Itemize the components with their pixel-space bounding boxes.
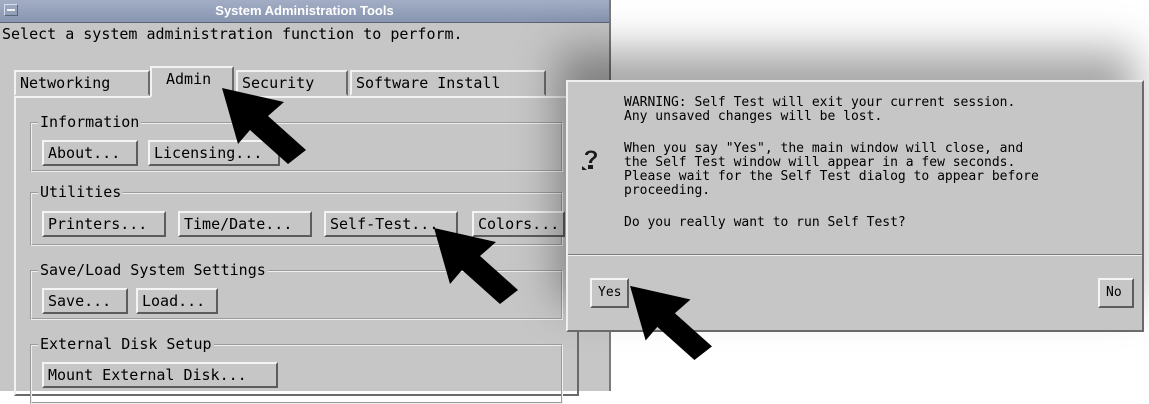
pointer-arrow-icon — [630, 285, 712, 361]
no-button[interactable]: No — [1098, 278, 1134, 308]
load-settings-button[interactable]: Load... — [136, 288, 218, 314]
dialog-warning-line-1: WARNING: Self Test will exit your curren… — [624, 95, 1016, 110]
mount-external-disk-button[interactable]: Mount External Disk... — [42, 362, 278, 388]
dialog-info-line-3: Please wait for the Self Test dialog to … — [624, 169, 1039, 184]
pointer-arrow-icon — [434, 228, 518, 304]
dialog-info-line-2: the Self Test window will appear in a fe… — [624, 155, 1016, 170]
external-disk-group: External Disk Setup Mount External Disk.… — [30, 335, 563, 404]
admin-tools-window: System Administration Tools Select a sys… — [0, 0, 611, 404]
time-date-button[interactable]: Time/Date... — [178, 211, 312, 237]
yes-button[interactable]: Yes — [590, 278, 630, 308]
dialog-question: Do you really want to run Self Test? — [624, 215, 906, 230]
save-settings-button[interactable]: Save... — [42, 288, 128, 314]
title-bar[interactable]: System Administration Tools — [0, 0, 609, 23]
printers-button[interactable]: Printers... — [42, 211, 166, 237]
dialog-info-line-1: When you say "Yes", the main window will… — [624, 141, 1024, 156]
tab-software-install[interactable]: Software Install — [350, 70, 546, 96]
external-disk-group-title: External Disk Setup — [38, 335, 214, 353]
tab-networking[interactable]: Networking — [14, 70, 150, 96]
about-button[interactable]: About... — [42, 140, 138, 166]
pointer-arrow-icon — [222, 88, 306, 164]
information-group-title: Information — [38, 113, 142, 131]
dialog-info-line-4: proceeding. — [624, 183, 711, 198]
save-load-group-title: Save/Load System Settings — [38, 261, 268, 279]
window-title: System Administration Tools — [215, 3, 394, 18]
dialog-warning-line-2: Any unsaved changes will be lost. — [624, 109, 883, 124]
instruction-text: Select a system administration function … — [2, 25, 463, 43]
dialog-separator — [568, 254, 1142, 256]
question-icon — [582, 150, 597, 170]
utilities-group-title: Utilities — [38, 183, 124, 201]
